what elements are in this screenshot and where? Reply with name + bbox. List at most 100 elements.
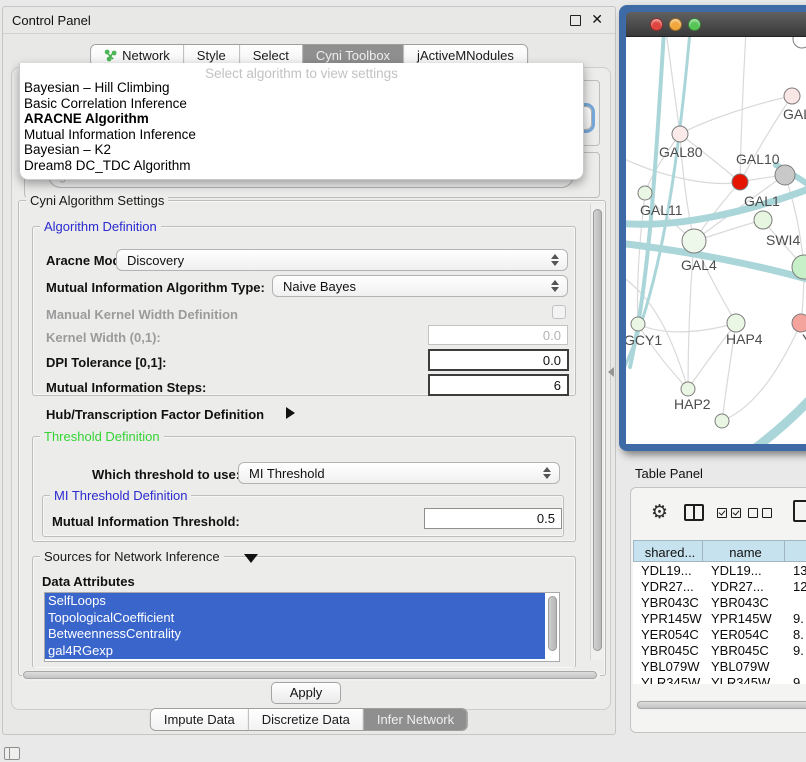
table-cell: YLR345W bbox=[703, 674, 785, 684]
float-panel-icon[interactable] bbox=[570, 15, 581, 26]
hub-tf-definition-label[interactable]: Hub/Transcription Factor Definition bbox=[46, 407, 264, 422]
table-cell: YBL079W bbox=[703, 658, 785, 674]
collapse-down-icon[interactable] bbox=[244, 554, 258, 563]
settings-vertical-scrollbar[interactable] bbox=[590, 204, 603, 660]
network-node[interactable] bbox=[784, 88, 800, 104]
tab-label: jActiveMNodules bbox=[417, 48, 514, 63]
network-edge[interactable] bbox=[638, 323, 736, 332]
table-row[interactable]: YDL19...YDL19...13 bbox=[633, 562, 806, 578]
network-node[interactable] bbox=[727, 314, 745, 332]
data-attribute-item[interactable]: BetweennessCentrality bbox=[45, 626, 545, 643]
dpi-tolerance-field[interactable]: 0.0 bbox=[428, 349, 569, 371]
mi-algorithm-type-combo[interactable]: Naive Bayes bbox=[272, 275, 568, 297]
table-cell: YER054C bbox=[703, 626, 785, 642]
network-node[interactable] bbox=[792, 314, 806, 332]
table-header-cell[interactable]: name bbox=[703, 540, 785, 562]
table-cell: YPR145W bbox=[633, 610, 703, 626]
data-attribute-item[interactable]: gal4RGexp bbox=[45, 643, 545, 660]
table-row[interactable]: YBR043CYBR043C bbox=[633, 594, 806, 610]
table-row[interactable]: YBR045CYBR045C9. bbox=[633, 642, 806, 658]
algorithm-option[interactable]: ARACNE Algorithm bbox=[20, 111, 583, 127]
scrollbar-thumb[interactable] bbox=[23, 671, 597, 679]
kernel-width-field[interactable]: 0.0 bbox=[428, 325, 568, 345]
apply-button[interactable]: Apply bbox=[271, 682, 341, 704]
table-cell: YLR345W bbox=[633, 674, 703, 684]
cyni-bottom-tabbar: Impute DataDiscretize Data Infer Network bbox=[150, 708, 468, 731]
network-node[interactable] bbox=[681, 382, 695, 396]
mi-steps-label: Mutual Information Steps: bbox=[46, 380, 206, 395]
network-edge[interactable] bbox=[666, 37, 680, 134]
data-attribute-item[interactable]: TopologicalCoefficient bbox=[45, 610, 545, 627]
table-cell: 13 bbox=[785, 562, 806, 578]
mi-threshold-label: Mutual Information Threshold: bbox=[52, 514, 240, 529]
data-attributes-list[interactable]: SelfLoopsTopologicalCoefficientBetweenne… bbox=[44, 592, 560, 662]
algorithm-option[interactable]: Dream8 DC_TDC Algorithm bbox=[20, 158, 583, 174]
manual-kernel-width-checkbox[interactable] bbox=[552, 305, 566, 319]
network-window-titlebar[interactable] bbox=[626, 12, 806, 37]
which-threshold-combo[interactable]: MI Threshold bbox=[238, 462, 560, 484]
network-node[interactable] bbox=[682, 229, 706, 253]
network-icon bbox=[104, 49, 117, 62]
data-attribute-item[interactable]: SelfLoops bbox=[45, 593, 545, 610]
network-node[interactable] bbox=[732, 174, 748, 190]
table-row[interactable]: YBL079WYBL079W bbox=[633, 658, 806, 674]
network-edge-highlighted[interactable] bbox=[754, 393, 806, 444]
close-window-icon[interactable] bbox=[650, 18, 663, 31]
settings-horizontal-scrollbar[interactable] bbox=[22, 670, 600, 681]
zoom-window-icon[interactable] bbox=[688, 18, 701, 31]
algorithm-dropdown-placeholder: Select algorithm to view settings bbox=[20, 63, 583, 80]
table-header-cell[interactable]: shared... bbox=[633, 540, 703, 562]
cyni-tab-label: Infer Network bbox=[377, 712, 454, 727]
table-row[interactable]: YDR27...YDR27...12 bbox=[633, 578, 806, 594]
table-cell: YER054C bbox=[633, 626, 703, 642]
sources-title: Sources for Network Inference bbox=[40, 549, 224, 564]
network-view-window: GALGAL80GAL10GAL11GAL1SWI4GAL4GCY1HAP4YH… bbox=[619, 5, 806, 451]
algorithm-option[interactable]: Mutual Information Inference bbox=[20, 127, 583, 143]
cyni-tab-discretize-data[interactable]: Discretize Data bbox=[248, 709, 363, 730]
algorithm-option[interactable]: Bayesian – Hill Climbing bbox=[20, 80, 583, 96]
table-clip: shared...nameA YDL19...YDL19...13YDR27..… bbox=[631, 488, 806, 684]
mi-threshold-field[interactable]: 0.5 bbox=[424, 508, 562, 529]
application-screen: Control Panel ✕ NetworkStyleSelectCyni T… bbox=[0, 0, 806, 762]
network-node[interactable] bbox=[754, 211, 772, 229]
data-attributes-label: Data Attributes bbox=[42, 574, 135, 589]
minimize-window-icon[interactable] bbox=[669, 18, 682, 31]
algorithm-option[interactable]: Bayesian – K2 bbox=[20, 142, 583, 158]
network-node[interactable] bbox=[793, 37, 806, 48]
network-node-label: GAL bbox=[783, 106, 806, 122]
list-scrollbar[interactable] bbox=[548, 596, 557, 651]
manual-kernel-width-label: Manual Kernel Width Definition bbox=[46, 307, 238, 322]
scrollbar-thumb[interactable] bbox=[637, 701, 806, 709]
table-row[interactable]: YER054CYER054C8. bbox=[633, 626, 806, 642]
scrollbar-thumb[interactable] bbox=[593, 209, 602, 651]
table-cell: 9. bbox=[785, 674, 806, 684]
network-canvas[interactable]: GALGAL80GAL10GAL11GAL1SWI4GAL4GCY1HAP4YH… bbox=[626, 37, 806, 444]
table-horizontal-scrollbar[interactable] bbox=[635, 700, 806, 711]
table-row[interactable]: YPR145WYPR145W9. bbox=[633, 610, 806, 626]
table-header-cell[interactable]: A bbox=[785, 540, 806, 562]
close-panel-icon[interactable]: ✕ bbox=[591, 11, 603, 28]
network-node[interactable] bbox=[775, 165, 795, 185]
network-edge[interactable] bbox=[680, 96, 792, 134]
restore-panel-icon[interactable] bbox=[4, 747, 20, 760]
collapse-divider-icon[interactable] bbox=[608, 367, 614, 377]
mi-steps-field[interactable]: 6 bbox=[428, 374, 569, 396]
expand-right-icon[interactable] bbox=[286, 407, 295, 419]
network-node[interactable] bbox=[672, 126, 688, 142]
mi-algorithm-type-value: Naive Bayes bbox=[283, 279, 356, 294]
network-node-label: GCY1 bbox=[626, 332, 662, 348]
dpi-tolerance-label: DPI Tolerance [0,1]: bbox=[46, 355, 166, 370]
cyni-tab-infer-network[interactable]: Infer Network bbox=[363, 709, 467, 730]
table-cell: YDR27... bbox=[703, 578, 785, 594]
aracne-mode-combo[interactable]: Discovery bbox=[116, 249, 568, 271]
cyni-tab-impute-data[interactable]: Impute Data bbox=[151, 709, 248, 730]
network-node[interactable] bbox=[715, 414, 729, 428]
combo-stepper-icon bbox=[551, 254, 559, 266]
network-node[interactable] bbox=[638, 186, 652, 200]
combo-stepper-icon bbox=[543, 467, 551, 479]
network-node[interactable] bbox=[631, 317, 645, 331]
table-cell: YPR145W bbox=[703, 610, 785, 626]
table-cell: 9. bbox=[785, 642, 806, 658]
algorithm-option[interactable]: Basic Correlation Inference bbox=[20, 96, 583, 112]
table-row[interactable]: YLR345WYLR345W9. bbox=[633, 674, 806, 684]
